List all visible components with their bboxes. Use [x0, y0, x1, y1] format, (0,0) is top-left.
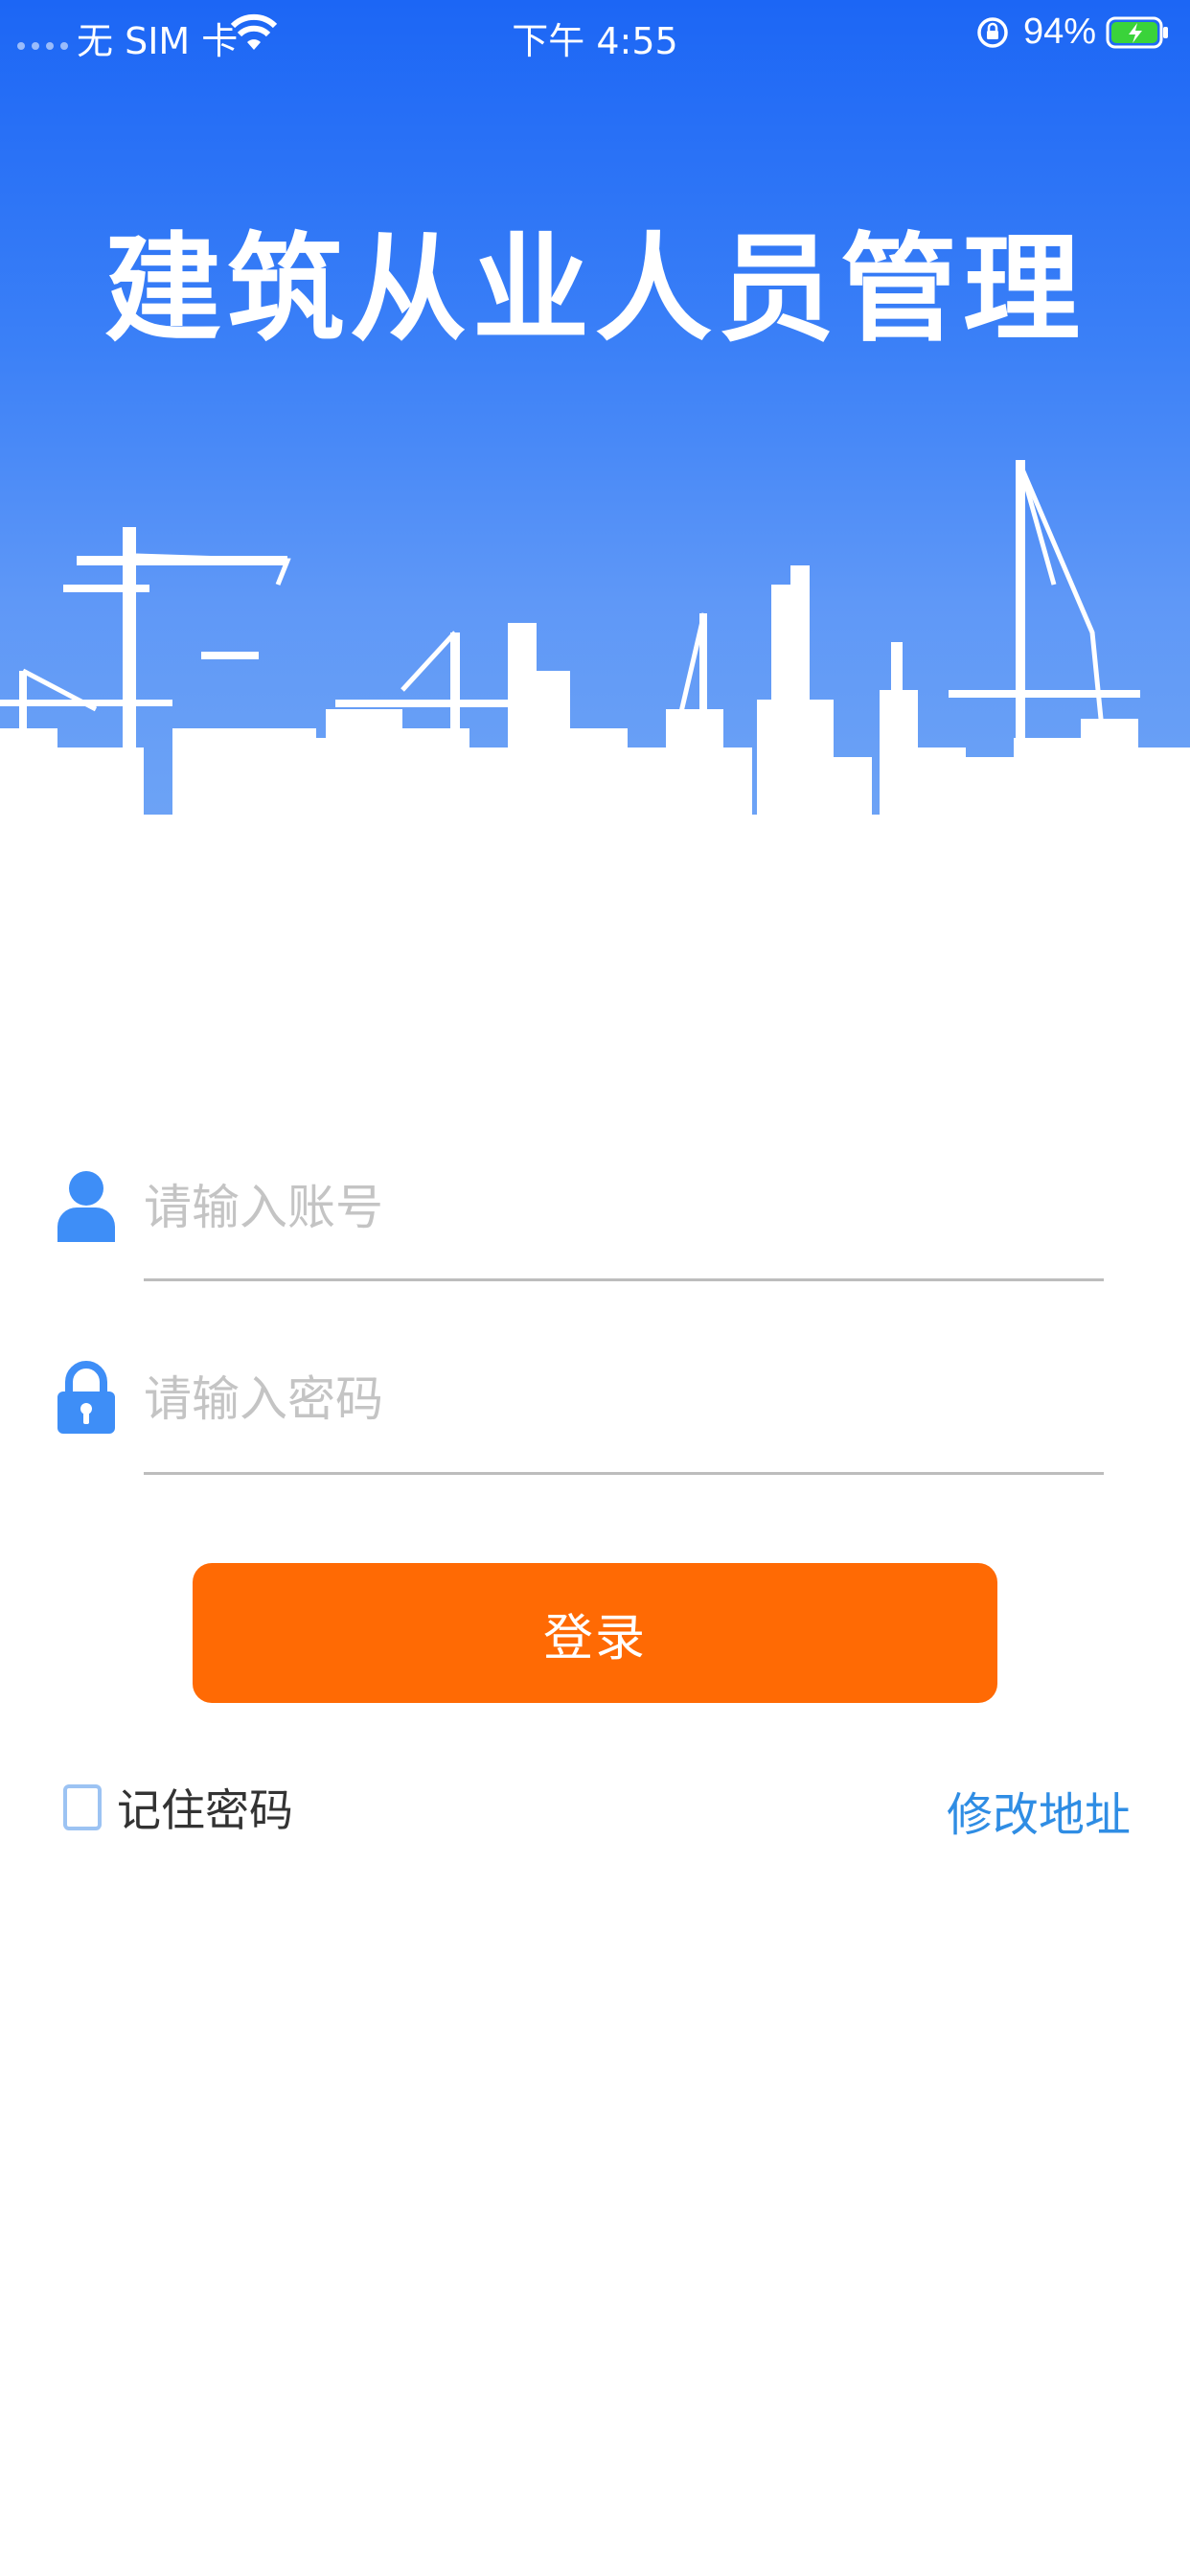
password-input[interactable] — [144, 1356, 1102, 1442]
rotation-lock-icon — [977, 17, 1008, 48]
lock-icon — [57, 1361, 115, 1434]
status-time: 下午 4:55 — [512, 20, 678, 62]
password-underline — [144, 1472, 1104, 1475]
login-button[interactable]: 登录 — [193, 1563, 997, 1703]
password-field — [0, 1342, 1190, 1475]
user-icon — [57, 1171, 115, 1242]
account-underline — [144, 1278, 1104, 1281]
remember-password-label: 记住密码 — [117, 1784, 293, 1836]
battery-charging-icon — [1106, 16, 1168, 49]
battery-percent: 94% — [1023, 12, 1097, 52]
login-screen: 无 SIM 卡 下午 4:55 94% 建筑从业人员管理 请输入账号 登录 记住… — [0, 0, 1190, 2576]
header-banner: 无 SIM 卡 下午 4:55 94% 建筑从业人员管理 — [0, 0, 1190, 862]
change-address-link[interactable]: 修改地址 — [947, 1777, 1131, 1844]
construction-skyline-illustration — [0, 460, 1190, 862]
status-bar: 无 SIM 卡 下午 4:55 94% — [0, 0, 1190, 69]
remember-password-option[interactable]: 记住密码 — [63, 1779, 293, 1836]
account-field — [0, 1150, 1190, 1281]
app-title: 建筑从业人员管理 — [104, 221, 1086, 357]
account-input[interactable] — [144, 1164, 1102, 1251]
remember-password-checkbox[interactable] — [63, 1784, 102, 1830]
